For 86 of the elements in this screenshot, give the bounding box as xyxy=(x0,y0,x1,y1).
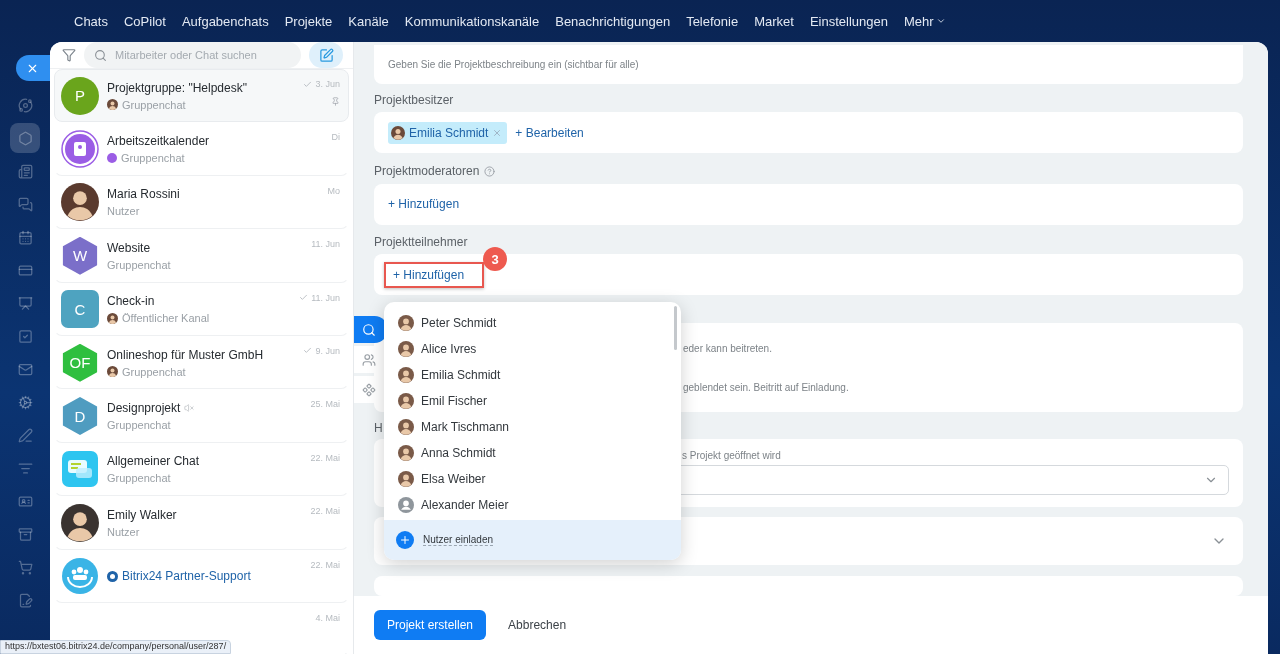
nav-link[interactable]: Projekte xyxy=(276,13,341,29)
chat-date: 4. Mai xyxy=(315,612,340,623)
mini-avatar xyxy=(107,99,118,111)
option-text: eder kann beitreten. xyxy=(683,342,772,354)
field-label: Projektteilnehmer xyxy=(374,235,468,250)
chat-name: Allgemeiner Chat xyxy=(107,454,200,469)
nav-link[interactable]: Aufgabenchats xyxy=(173,13,277,29)
mini-avatar xyxy=(107,366,118,378)
nav-link[interactable]: Market xyxy=(746,13,802,29)
status-url: https://bxtest06.bitrix24.de/company/personal/user/287/ xyxy=(0,640,232,654)
user-option[interactable]: Emilia Schmidt xyxy=(398,362,681,388)
chat-subtitle: Gruppenchat xyxy=(107,419,171,432)
chat-subtitle: Gruppenchat xyxy=(122,98,186,111)
chat-name: Check-in xyxy=(107,294,155,309)
field-label: H xyxy=(374,420,383,435)
chat-date: Di xyxy=(331,132,340,143)
cancel-button[interactable]: Abbrechen xyxy=(494,610,581,640)
chat-date: 11. Jun xyxy=(311,239,340,250)
chat-name: Emily Walker xyxy=(107,507,177,522)
field-hint: s Projekt geöffnet wird xyxy=(682,450,781,462)
chat-subtitle: Nutzer xyxy=(107,525,140,538)
chat-avatar: W xyxy=(61,236,99,275)
chat-subtitle: Gruppenchat xyxy=(122,365,186,378)
chat-subtitle: Öffentlicher Kanal xyxy=(122,312,210,325)
nav-link[interactable]: Benachrichtigungen xyxy=(547,13,679,29)
nav-link[interactable]: Chats xyxy=(66,13,116,29)
edit-link[interactable]: + Bearbeiten xyxy=(515,125,584,140)
user-option[interactable]: Elsa Weiber xyxy=(398,466,681,492)
dot-icon xyxy=(107,153,117,164)
invite-users-button[interactable]: Nutzer einladen xyxy=(384,520,681,560)
chat-date: 22. Mai xyxy=(310,559,340,570)
user-option[interactable]: Anna Schmidt xyxy=(398,440,681,466)
chat-date: 25. Mai xyxy=(310,399,340,410)
search-field[interactable]: Mitarbeiter oder Chat suchen xyxy=(84,42,301,68)
chat-subtitle: Gruppenchat xyxy=(107,472,171,485)
user-option[interactable]: Alexander Meier xyxy=(398,492,681,518)
chat-date: Mo xyxy=(327,185,340,196)
chat-avatar: P xyxy=(61,76,99,115)
hexagon-icon[interactable] xyxy=(10,123,40,153)
chat-date: 11. Jun xyxy=(311,292,340,303)
mini-avatar xyxy=(107,312,118,324)
create-project-button[interactable]: Projekt erstellen xyxy=(374,610,487,640)
field-label: Projektbesitzer xyxy=(374,93,454,107)
chat-name: Bitrix24 Partner-Support xyxy=(122,569,251,584)
help-icon xyxy=(484,165,496,177)
nav-link[interactable]: Kommunikationskanäle xyxy=(396,13,548,29)
search-input[interactable]: Mitarbeiter oder Chat suchen xyxy=(113,48,291,62)
add-link[interactable]: + Hinzufügen xyxy=(384,261,485,288)
user-chip[interactable]: Emilia Schmidt xyxy=(388,121,508,144)
filter-icon[interactable] xyxy=(62,48,76,62)
compose-button[interactable] xyxy=(309,42,343,68)
chat-avatar: D xyxy=(61,397,99,436)
chat-name: Projektgruppe: "Helpdesk" xyxy=(107,80,247,95)
chat-avatar: OF xyxy=(61,343,99,382)
user-option[interactable]: Alice Ivres xyxy=(398,336,681,362)
chat-date: 22. Mai xyxy=(310,506,340,517)
plus-icon xyxy=(396,531,414,549)
chat-name: Maria Rossini xyxy=(107,187,180,202)
chat-name: Arbeitszeitkalender xyxy=(107,134,210,149)
nav-link[interactable]: Telefonie xyxy=(678,13,747,29)
chat-name: Website xyxy=(107,240,151,255)
option-text: geblendet sein. Beitritt auf Einladung. xyxy=(683,381,849,393)
user-option[interactable]: Mark Tischmann xyxy=(398,414,681,440)
description-field[interactable]: Geben Sie die Projektbeschreibung ein (sichtbar für alle) xyxy=(374,45,1243,84)
chat-subtitle: Gruppenchat xyxy=(107,258,171,271)
remove-icon[interactable] xyxy=(492,127,503,138)
chat-avatar: C xyxy=(61,290,99,329)
chat-subtitle: Gruppenchat xyxy=(121,152,185,165)
chat-date: 9. Jun xyxy=(315,345,340,356)
step-badge: 3 xyxy=(483,247,507,271)
add-link[interactable]: + Hinzufügen xyxy=(388,197,460,212)
nav-link[interactable]: Einstellungen xyxy=(801,13,896,29)
nav-link[interactable]: Kanäle xyxy=(340,13,397,29)
user-option[interactable]: Emil Fischer xyxy=(398,388,681,414)
nav-link[interactable]: CoPilot xyxy=(115,13,174,29)
chat-name: Onlineshop für Muster GmbH xyxy=(107,347,264,362)
chip-avatar xyxy=(391,125,405,140)
pen-square-icon xyxy=(318,47,334,63)
chat-name: Designprojekt xyxy=(107,401,181,416)
chat-date: 22. Mai xyxy=(310,452,340,463)
close-button[interactable] xyxy=(16,55,50,81)
chat-subtitle: Nutzer xyxy=(107,205,140,218)
search-icon xyxy=(94,48,107,62)
nav-link[interactable]: Mehr xyxy=(896,13,954,29)
user-option[interactable]: Peter Schmidt xyxy=(398,310,681,336)
field-label: Projektmoderatoren xyxy=(374,164,480,179)
